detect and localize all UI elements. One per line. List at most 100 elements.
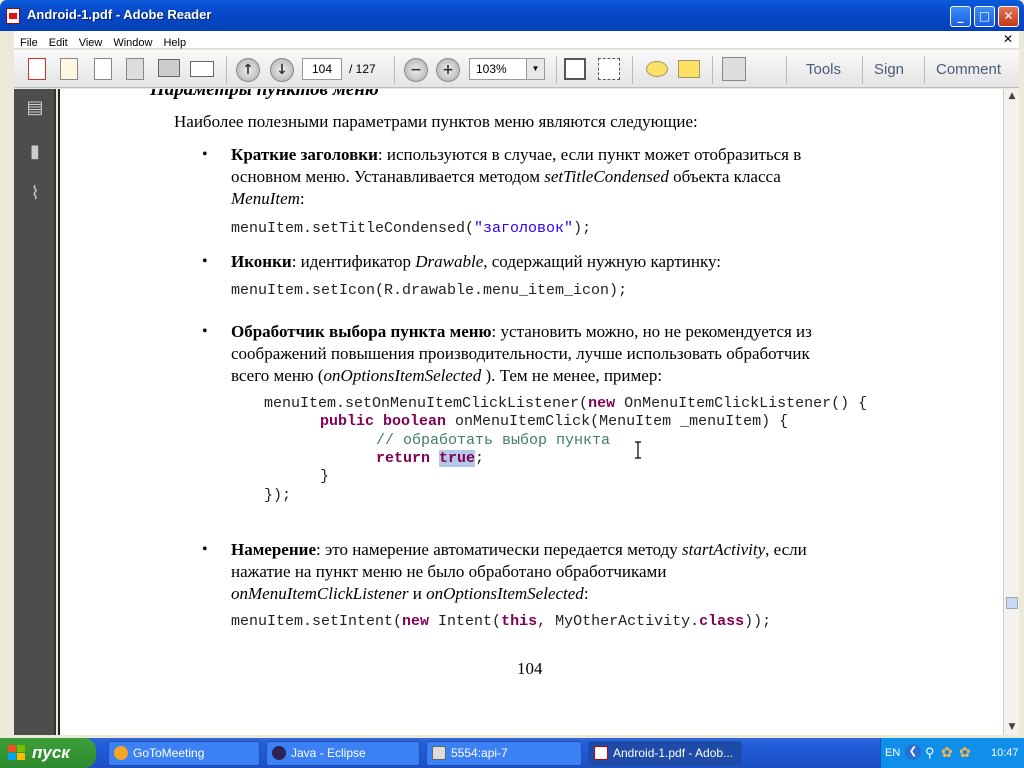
sign-button[interactable]: Sign [874, 61, 904, 78]
taskbar-item-eclipse[interactable]: Java - Eclipse [266, 741, 420, 766]
toolbar: ↑ ↓ 104 / 127 − + 103% ▼ Tools Sign Comm… [14, 50, 1019, 88]
item-term: Намерение [231, 540, 316, 559]
taskbar-item-emulator[interactable]: 5554:api-7 [426, 741, 582, 766]
print-icon[interactable] [158, 59, 180, 77]
separator [632, 56, 633, 84]
item-method: startActivity [682, 540, 766, 559]
separator [556, 56, 557, 84]
page-thumbnails-icon[interactable]: ▤ [24, 97, 46, 119]
windows-logo-icon [8, 745, 25, 760]
code-line: public boolean onMenuItemClick(MenuItem … [320, 413, 789, 430]
full-screen-icon[interactable] [722, 57, 746, 81]
list-item-icons: Иконки: идентификатор Drawable, содержащ… [231, 251, 911, 273]
item-text: ). Тем не менее, пример: [481, 366, 663, 385]
taskbar-item-adobe-reader[interactable]: Android-1.pdf - Adob... [588, 741, 742, 766]
list-item-click-handler: Обработчик выбора пункта меню: установит… [231, 321, 951, 387]
item-text: соображений повышения производительности… [231, 344, 810, 363]
selected-text: true [439, 450, 476, 467]
item-method: onOptionsItemSelected [426, 584, 584, 603]
start-label: пуск [32, 743, 70, 762]
comment-button[interactable]: Comment [936, 61, 1001, 78]
scroll-thumb[interactable] [1006, 597, 1018, 609]
document-viewport[interactable]: Параметры пунктов меню Наиболее полезным… [58, 89, 1003, 735]
menu-help[interactable]: Help [158, 35, 191, 51]
language-indicator[interactable]: EN [885, 747, 900, 759]
item-text: , если [765, 540, 807, 559]
menu-file[interactable]: File [15, 35, 43, 51]
minimize-button[interactable]: _ [950, 6, 971, 27]
pdf-icon [594, 746, 608, 760]
item-class: MenuItem [231, 189, 300, 208]
item-text: : используются в случае, если пункт може… [377, 145, 802, 164]
sign-doc-icon[interactable] [94, 58, 112, 80]
maximize-button[interactable]: □ [974, 6, 995, 27]
scroll-up-icon[interactable]: ▲ [1005, 89, 1019, 104]
window-title: Android-1.pdf - Adobe Reader [27, 7, 212, 22]
bullet-marker: • [202, 253, 208, 270]
item-class: Drawable [415, 252, 484, 271]
clock[interactable]: 10:47 [991, 747, 1019, 759]
tray-expand-icon[interactable]: ❮ [905, 744, 921, 760]
previous-page-icon[interactable]: ↑ [236, 58, 260, 82]
item-text: и [408, 584, 427, 603]
text-cursor-icon [635, 441, 641, 459]
scroll-down-icon[interactable]: ▼ [1005, 720, 1019, 735]
bullet-marker: • [202, 146, 208, 163]
menu-view[interactable]: View [74, 35, 108, 51]
menu-window[interactable]: Window [108, 35, 157, 51]
page-number-input[interactable]: 104 [302, 58, 342, 80]
code-line: menuItem.setTitleCondensed("заголовок"); [231, 220, 592, 237]
item-text: , содержащий нужную картинку: [483, 252, 721, 271]
item-text: : [299, 189, 305, 208]
zoom-select[interactable]: 103% ▼ [469, 58, 545, 80]
adobe-reader-icon [6, 8, 20, 24]
start-button[interactable]: пуск [0, 738, 96, 768]
separator [924, 56, 925, 84]
system-tray: EN ❮ ⚲ ✿ ✿ 10:47 [880, 738, 1024, 768]
create-pdf-icon[interactable] [28, 58, 46, 80]
code-line: menuItem.setIcon(R.drawable.menu_item_ic… [231, 282, 628, 299]
network-icon[interactable]: ⚲ [925, 745, 935, 761]
intro-paragraph: Наиболее полезными параметрами пунктов м… [174, 112, 698, 131]
zoom-out-icon[interactable]: − [404, 58, 428, 82]
highlight-text-icon[interactable] [678, 60, 700, 78]
item-text: : идентификатор [291, 252, 416, 271]
flower-icon[interactable]: ✿ [959, 744, 971, 761]
code-line: menuItem.setOnMenuItemClickListener(new … [264, 395, 868, 412]
gear-icon[interactable]: ✿ [941, 744, 953, 761]
item-text: : [583, 584, 589, 603]
separator [712, 56, 713, 84]
taskbar-item-gotomeeting[interactable]: GoToMeeting [108, 741, 260, 766]
email-icon[interactable] [190, 61, 214, 77]
item-method: onMenuItemClickListener [231, 584, 409, 603]
close-document-icon[interactable]: ✕ [1003, 32, 1013, 46]
next-page-icon[interactable]: ↓ [270, 58, 294, 82]
title-bar: Android-1.pdf - Adobe Reader _ □ ✕ [0, 0, 1024, 31]
page-count: / 127 [349, 62, 376, 76]
chevron-down-icon[interactable]: ▼ [526, 59, 544, 79]
section-heading: Параметры пунктов меню [150, 89, 379, 100]
code-comment: // обработать выбор пункта [376, 432, 611, 449]
tools-button[interactable]: Tools [806, 61, 841, 78]
close-button[interactable]: ✕ [998, 6, 1019, 27]
bullet-marker: • [202, 323, 208, 340]
bookmarks-icon[interactable]: ▮ [24, 141, 46, 163]
fit-width-icon[interactable] [598, 58, 620, 80]
fit-page-icon[interactable] [564, 58, 586, 80]
separator [394, 56, 395, 84]
item-text: : это намерение автоматически передается… [315, 540, 683, 559]
gotomeeting-icon [114, 746, 128, 760]
separator [226, 56, 227, 84]
item-method: setTitleCondensed [544, 167, 669, 186]
comment-bubble-icon[interactable] [646, 61, 668, 77]
attachments-icon[interactable]: ⌇ [24, 183, 46, 205]
zoom-value: 103% [476, 62, 507, 76]
menu-edit[interactable]: Edit [44, 35, 73, 51]
edit-pdf-icon[interactable] [60, 58, 78, 80]
pdf-page: Параметры пунктов меню Наиболее полезным… [60, 89, 1003, 735]
vertical-scrollbar[interactable]: ▲ ▼ [1003, 89, 1019, 735]
zoom-in-icon[interactable]: + [436, 58, 460, 82]
save-icon[interactable] [126, 58, 144, 80]
item-method: onOptionsItemSelected [323, 366, 482, 385]
navigation-pane: ▤ ▮ ⌇ [14, 89, 56, 735]
